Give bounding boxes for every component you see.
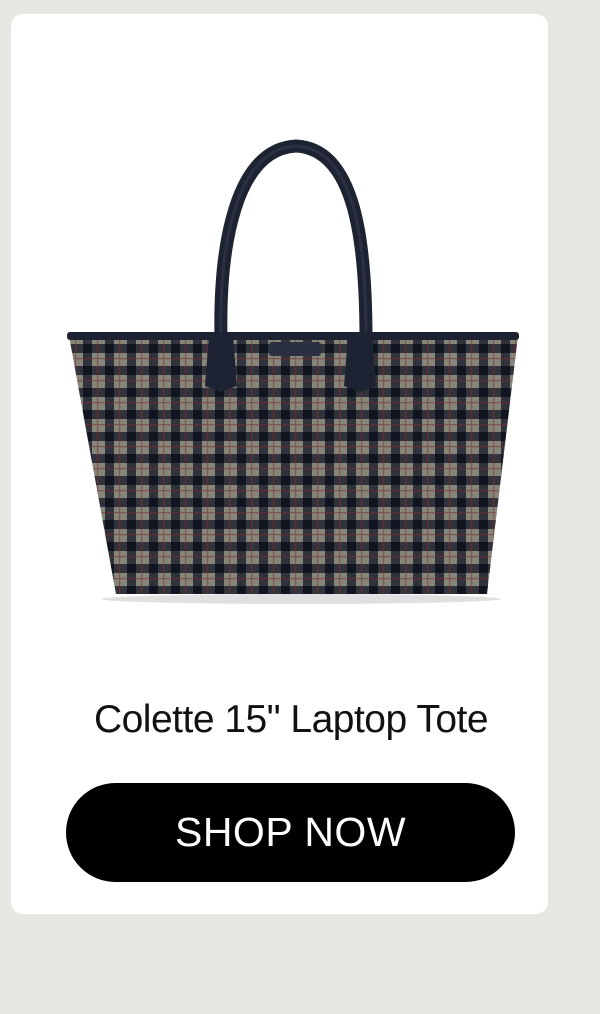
shop-now-button[interactable]: SHOP NOW: [66, 783, 515, 882]
product-image[interactable]: [61, 124, 531, 624]
product-title[interactable]: Colette 15" Laptop Tote: [11, 698, 571, 742]
product-card: Colette 15" Laptop Tote SHOP NOW: [11, 14, 548, 914]
